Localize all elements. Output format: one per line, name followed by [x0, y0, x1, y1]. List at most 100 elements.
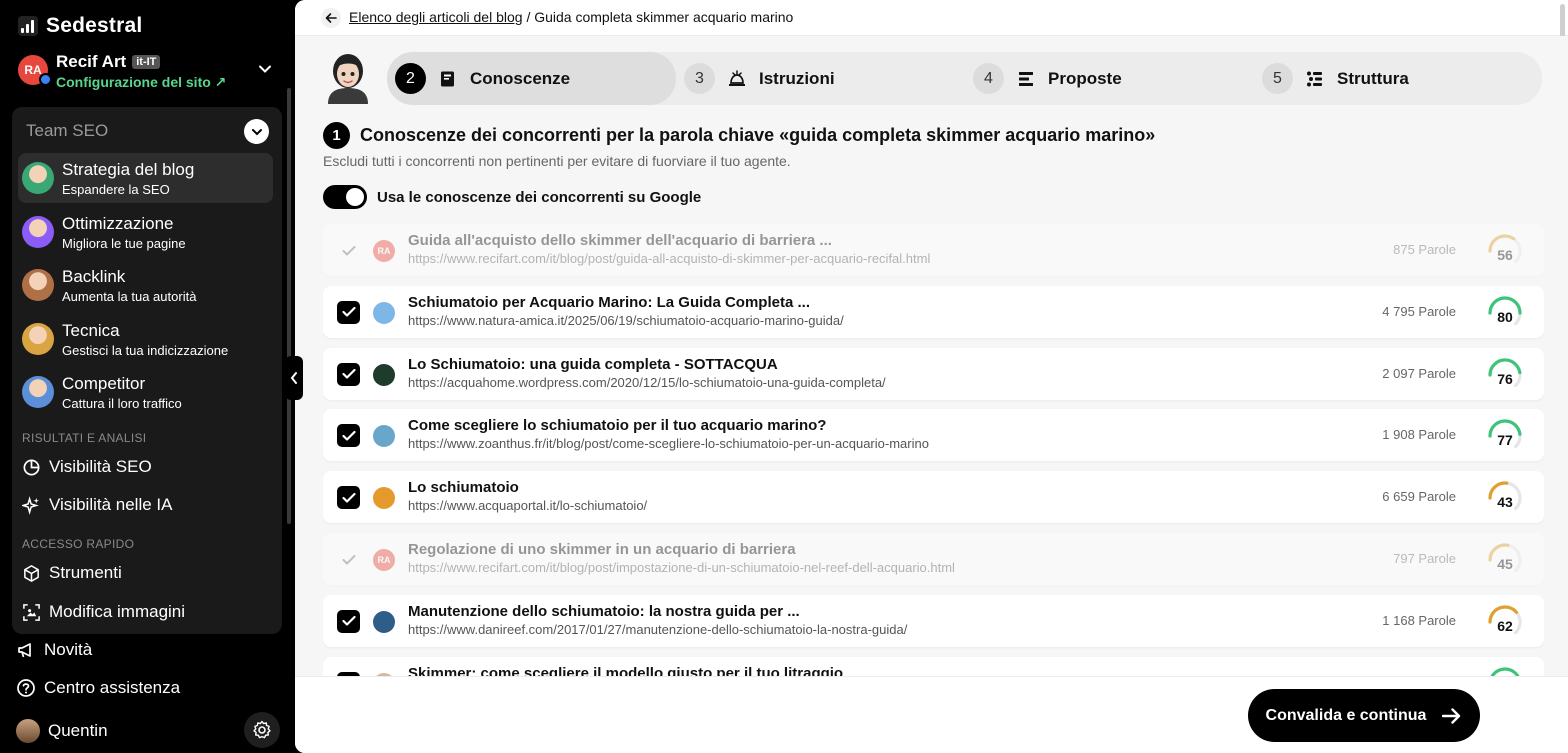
sidebar-scrollbar[interactable]	[287, 88, 291, 524]
competitor-row[interactable]: Lo schiumatoio https://www.acquaportal.it…	[323, 471, 1544, 524]
competitor-row[interactable]: Come scegliere lo schiumatoio per il tuo…	[323, 409, 1544, 462]
hand-icon	[729, 69, 745, 86]
seo-score-value: 45	[1497, 556, 1513, 572]
competitor-row[interactable]: RA Regolazione di uno skimmer in un acqua…	[323, 533, 1544, 585]
competitor-url[interactable]: https://www.acquaportal.it/lo-schiumatoi…	[408, 498, 647, 513]
section-subtitle: Escludi tutti i concorrenti non pertinen…	[323, 153, 791, 169]
list-icon	[1307, 71, 1322, 86]
section-heading: 1 Conoscenze dei concorrenti per la paro…	[323, 122, 1155, 149]
step-instructions[interactable]: 3 Istruzioni	[676, 52, 965, 105]
site-name: Recif Art it-IT	[56, 52, 161, 72]
results-section-label: RISULTATI E ANALISI	[22, 431, 147, 445]
content-area: 2 Conoscenze 3 Istruzioni 4 Proposte 5 S…	[295, 36, 1568, 676]
cube-icon	[24, 564, 39, 582]
menu-item-label: Strumenti	[49, 563, 122, 582]
site-switcher[interactable]: RA Recif Art it-IT Configurazione del si…	[16, 50, 280, 92]
brand-name: Sedestral	[46, 14, 143, 37]
agent-item[interactable]: Backlink Aumenta la tua autorità	[18, 260, 273, 310]
competitor-word-count: 2 097 Parole	[1382, 365, 1456, 381]
competitor-checkbox[interactable]	[337, 548, 360, 571]
quick-access-section-label: ACCESSO RAPIDO	[22, 537, 135, 551]
competitor-row[interactable]: Manutenzione dello schiumatoio: la nostr…	[323, 594, 1544, 647]
menu-item-label: Visibilità nelle IA	[49, 495, 173, 514]
competitor-checkbox[interactable]	[337, 300, 360, 324]
competitor-url[interactable]: https://www.recifart.com/it/blog/post/gu…	[408, 251, 930, 266]
competitor-checkbox[interactable]	[337, 609, 360, 633]
section-number: 1	[323, 122, 350, 149]
step-structure[interactable]: 5 Struttura	[1254, 52, 1542, 105]
competitor-checkbox[interactable]	[337, 239, 360, 262]
settings-button[interactable]	[244, 712, 280, 748]
agent-avatar	[22, 269, 54, 301]
site-status-badge	[39, 73, 52, 86]
competitor-checkbox[interactable]	[337, 424, 360, 448]
seo-score-value: 43	[1497, 494, 1513, 511]
team-collapse-button[interactable]	[244, 119, 269, 144]
competitor-url[interactable]: https://www.danireef.com/2017/01/27/manu…	[408, 622, 907, 637]
brand[interactable]: Sedestral	[18, 14, 142, 38]
validate-continue-button[interactable]: Convalida e continua	[1248, 689, 1480, 742]
agent-item[interactable]: Tecnica Gestisci la tua indicizzazione	[18, 314, 273, 364]
topbar: Elenco degli articoli del blog / Guida c…	[295, 0, 1568, 66]
competitor-row[interactable]: Lo Schiumatoio: una guida completa - SOT…	[323, 347, 1544, 400]
seo-score-gauge: 77	[1486, 417, 1524, 453]
competitor-url[interactable]: https://www.recifart.com/it/blog/post/im…	[408, 560, 955, 575]
competitor-checkbox[interactable]	[337, 362, 360, 386]
menu-item-ai-visibility[interactable]: Visibilità nelle IA	[22, 495, 172, 515]
agent-title: Tecnica	[62, 320, 120, 340]
menu-item-seo-visibility[interactable]: Visibilità SEO	[22, 457, 152, 477]
seo-score-gauge: 62	[1486, 603, 1524, 639]
news-link[interactable]: Novità	[16, 640, 92, 660]
competitor-url[interactable]: https://www.zoanthus.fr/it/blog/post/com…	[408, 436, 929, 451]
chevron-left-icon	[290, 372, 297, 384]
help-center-link[interactable]: Centro assistenza	[16, 678, 180, 698]
competitor-row[interactable]: RA Guida all'acquisto dello skimmer dell'…	[323, 224, 1544, 276]
agent-title: Strategia del blog	[62, 160, 195, 179]
agent-subtitle: Migliora le tue pagine	[62, 235, 186, 251]
site-config-link[interactable]: Configurazione del sito ↗	[56, 74, 226, 91]
site-favicon-icon	[373, 425, 395, 448]
competitor-row[interactable]: Skimmer: come scegliere il modello giust…	[323, 656, 1544, 676]
chevron-down-icon[interactable]	[258, 62, 272, 76]
agent-subtitle: Espandere la SEO	[62, 182, 170, 197]
competitor-checkbox[interactable]	[337, 486, 360, 510]
seo-score-gauge: 76	[1486, 356, 1524, 392]
competitor-url[interactable]: https://www.natura-amica.it/2025/06/19/s…	[408, 313, 844, 328]
competitor-title: Lo Schiumatoio: una guida completa - SOT…	[408, 355, 778, 373]
agent-item[interactable]: Ottimizzazione Migliora le tue pagine	[18, 207, 273, 257]
site-favicon-icon	[373, 610, 395, 633]
main-panel: Elenco degli articoli del blog / Guida c…	[295, 0, 1568, 753]
agent-item[interactable]: Strategia del blog Espandere la SEO	[18, 153, 273, 203]
sidebar-collapse-handle[interactable]	[285, 356, 303, 400]
back-button[interactable]	[321, 8, 341, 28]
megaphone-icon	[18, 643, 31, 658]
seo-score-value: 77	[1497, 432, 1513, 449]
competitor-word-count: 797 Parole	[1393, 551, 1456, 566]
competitor-word-count: 875 Parole	[1393, 242, 1456, 257]
menu-item-label: Visibilità SEO	[49, 457, 152, 476]
site-lang-badge: it-IT	[132, 55, 161, 69]
agent-subtitle: Gestisci la tua indicizzazione	[62, 342, 229, 358]
help-circle-icon	[17, 679, 35, 697]
user-profile[interactable]: Quentin	[16, 719, 108, 743]
team-header: Team SEO	[26, 121, 109, 140]
breadcrumb-parent-link[interactable]: Elenco degli articoli del blog	[349, 9, 523, 25]
step-proposals[interactable]: 4 Proposte	[965, 52, 1254, 105]
menu-item-tools[interactable]: Strumenti	[22, 563, 122, 583]
agent-item[interactable]: Competitor Cattura il loro traffico	[18, 367, 273, 417]
competitor-title: Schiumatoio per Acquario Marino: La Guid…	[408, 293, 810, 311]
agent-title: Backlink	[62, 267, 126, 286]
menu-item-edit-images[interactable]: Modifica immagini	[22, 602, 185, 622]
step-knowledge[interactable]: 2 Conoscenze	[387, 52, 676, 105]
chevron-down-icon	[251, 128, 262, 135]
competitor-word-count: 4 795 Parole	[1382, 303, 1456, 319]
pie-chart-icon	[23, 459, 40, 475]
team-panel: Team SEO Strategia del blog Espandere la …	[12, 107, 282, 634]
competitor-title: Manutenzione dello schiumatoio: la nostr…	[408, 602, 800, 620]
seo-score-value: 62	[1497, 617, 1513, 634]
competitor-url[interactable]: https://acquahome.wordpress.com/2020/12/…	[408, 375, 886, 390]
competitor-row[interactable]: Schiumatoio per Acquario Marino: La Guid…	[323, 285, 1544, 338]
competitor-title: Regolazione di uno skimmer in un acquari…	[408, 541, 796, 558]
competitor-knowledge-toggle[interactable]	[323, 185, 367, 209]
competitor-title: Guida all'acquisto dello skimmer dell'ac…	[408, 232, 832, 249]
